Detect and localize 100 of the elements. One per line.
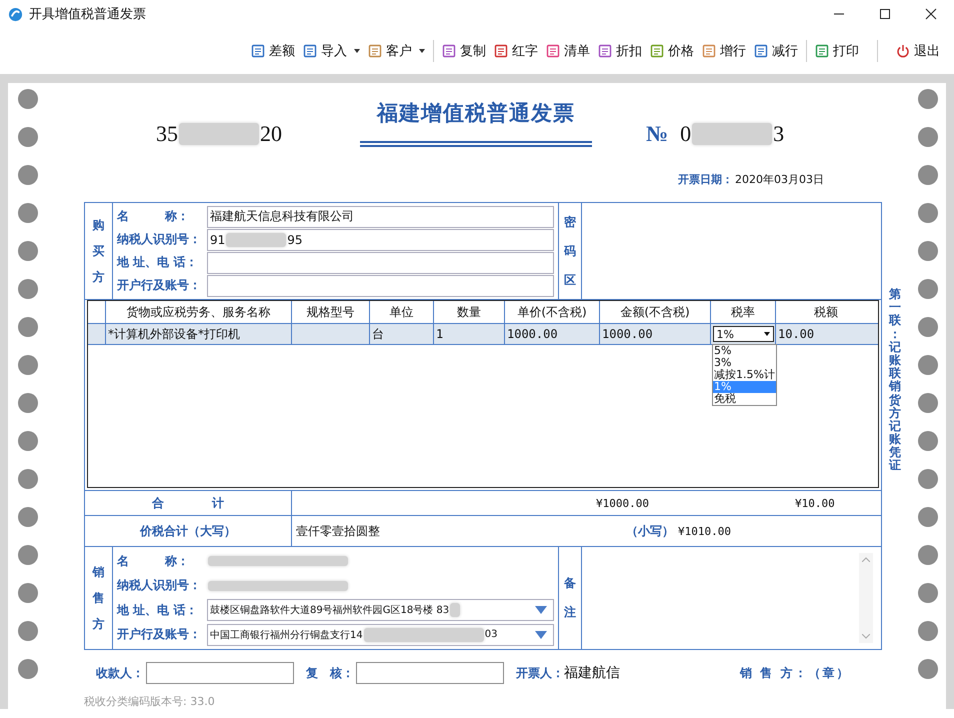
column-header: 单位 xyxy=(370,301,434,324)
small-amount-label: （小写） xyxy=(626,522,674,540)
punch-hole xyxy=(18,469,38,489)
toolbar-button[interactable]: 价格 xyxy=(646,40,698,62)
punch-hole xyxy=(18,583,38,603)
field-label: 地 址、电 话： xyxy=(117,602,198,619)
punch-hole xyxy=(918,393,938,413)
dropdown-option[interactable]: 3% xyxy=(713,357,776,370)
input-field[interactable]: 91 95 xyxy=(207,228,554,251)
column-header: 单价(不含税) xyxy=(505,301,600,324)
tax-rate-dropdown[interactable]: 1% xyxy=(712,326,774,342)
column-header: 金额(不含税) xyxy=(600,301,711,324)
input-field[interactable] xyxy=(146,662,294,684)
invoice-code: 20 xyxy=(260,121,282,147)
punch-hole xyxy=(18,203,38,223)
table-cell: 1000.00 xyxy=(505,324,600,344)
scroll-up-icon[interactable] xyxy=(862,557,870,562)
punch-hole xyxy=(918,203,938,223)
punch-hole xyxy=(918,241,938,261)
column-header: 税额 xyxy=(813,304,839,321)
toolbar-button[interactable]: 客户 xyxy=(364,40,429,62)
number-sign: № xyxy=(646,121,668,147)
punch-hole xyxy=(918,279,938,299)
input-field[interactable] xyxy=(207,274,554,297)
punch-hole xyxy=(18,165,38,185)
invoice-number: 0 xyxy=(680,121,692,147)
caret-icon xyxy=(419,49,425,53)
toolbar-button[interactable]: 导入 xyxy=(299,40,364,62)
table-cell: 台 xyxy=(370,324,434,344)
invoice-code: 35 xyxy=(156,121,178,147)
punch-hole xyxy=(918,89,938,109)
field-label: 名 称： xyxy=(117,208,190,226)
punch-hole xyxy=(918,431,938,451)
toolbar-button[interactable]: 增行 xyxy=(698,40,750,62)
grand-total-amount: ¥1010.00 xyxy=(678,524,731,538)
address-dropdown[interactable]: 鼓楼区铜盘路软件大道89号福州软件园G区18号楼 83 xyxy=(207,599,554,622)
punch-hole xyxy=(918,583,938,603)
grand-total-label: 价税合计（大写） xyxy=(85,516,292,546)
punch-hole xyxy=(918,621,938,641)
punch-hole xyxy=(18,89,38,109)
total-amount: ¥1000.00 xyxy=(596,496,649,510)
date-label: 开票日期： xyxy=(678,172,733,188)
scrollbar[interactable] xyxy=(859,553,873,644)
punch-hole xyxy=(18,355,38,375)
total-tax: ¥10.00 xyxy=(794,496,835,510)
punch-hole xyxy=(918,165,938,185)
column-header: 数量 xyxy=(434,301,505,324)
caret-icon xyxy=(535,606,547,614)
signature-label: 复 核： xyxy=(306,664,354,682)
invoice-title: 福建增值税普通发票 xyxy=(377,99,575,127)
copy-label: 第一联：记账联销货方记账凭证 xyxy=(889,288,901,474)
maximize-icon[interactable] xyxy=(879,8,891,20)
toolbar-button[interactable]: 减行 xyxy=(750,40,802,62)
dropdown-option[interactable]: 减按1.5%计 xyxy=(713,369,776,382)
input-field[interactable] xyxy=(356,662,504,684)
issuer-name: 福建航信 xyxy=(564,664,620,682)
punch-hole xyxy=(918,355,938,375)
signature-label: 收款人： xyxy=(96,664,144,682)
section-label: 销售方 xyxy=(85,547,113,650)
caret-icon xyxy=(764,332,770,336)
input-field[interactable]: 福建航天信息科技有限公司 xyxy=(207,206,554,228)
punch-hole xyxy=(18,393,38,413)
caret-icon xyxy=(535,630,547,639)
section-label: 密码区 xyxy=(558,203,582,300)
toolbar-button[interactable]: 折扣 xyxy=(594,40,646,62)
version-text: 税收分类编码版本号: 33.0 xyxy=(84,694,216,709)
signature-label: 销 售 方：（章） xyxy=(740,664,850,682)
punch-hole xyxy=(18,241,38,261)
punch-hole xyxy=(18,279,38,299)
punch-hole xyxy=(18,317,38,337)
toolbar-button[interactable]: 清单 xyxy=(542,40,594,62)
scroll-down-icon[interactable] xyxy=(862,634,870,640)
dropdown-option[interactable]: 5% xyxy=(713,345,776,358)
table-cell: 1000.00 xyxy=(600,324,711,344)
toolbar-button[interactable]: 差额 xyxy=(247,40,299,62)
field-label: 开户行及账号： xyxy=(117,277,202,294)
blurred-text xyxy=(226,232,286,247)
punch-hole xyxy=(18,431,38,451)
punch-hole xyxy=(918,507,938,527)
field-label: 地 址、电 话： xyxy=(117,254,198,272)
punch-hole xyxy=(918,469,938,489)
amount-in-words: 壹仟零壹拾圆整 xyxy=(296,522,380,540)
field-label: 纳税人识别号： xyxy=(117,231,202,248)
toolbar-button[interactable]: 复制 xyxy=(438,40,490,62)
toolbar-button[interactable]: 红字 xyxy=(490,40,542,62)
column-header: 规格型号 xyxy=(292,301,370,324)
signature-label: 开票人： xyxy=(516,664,564,682)
dropdown-option[interactable]: 免税 xyxy=(713,393,776,406)
input-field[interactable] xyxy=(207,252,554,274)
address-dropdown[interactable]: 中国工商银行福州分行铜盘支行14 03 xyxy=(207,624,554,646)
punch-hole xyxy=(918,127,938,147)
table-cell: 1 xyxy=(434,324,505,344)
column-header: 税率 xyxy=(711,301,776,324)
toolbar-button[interactable]: 退出 xyxy=(892,40,944,62)
section-label: 购买方 xyxy=(85,203,113,300)
toolbar-button[interactable]: 打印 xyxy=(811,40,863,62)
close-icon[interactable] xyxy=(925,8,937,20)
punch-hole xyxy=(18,659,38,679)
caret-icon xyxy=(354,49,360,53)
field-label: 名 称： xyxy=(117,552,190,570)
